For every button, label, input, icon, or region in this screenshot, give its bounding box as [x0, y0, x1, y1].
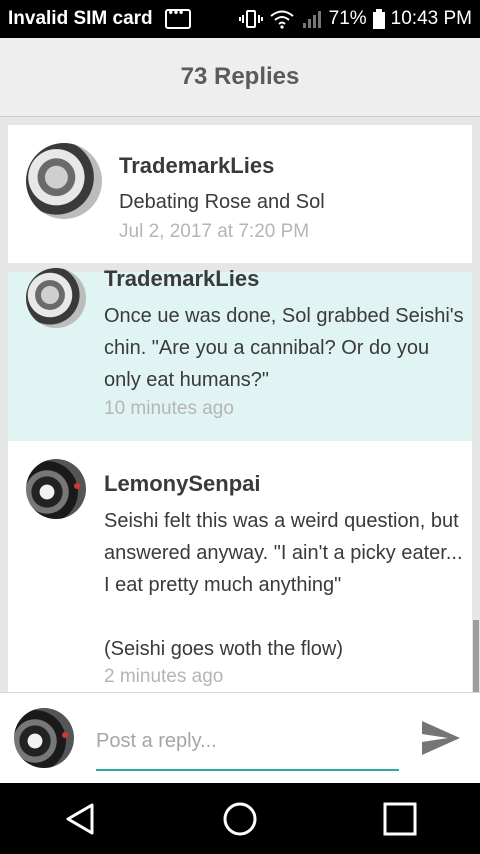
recents-button[interactable]	[370, 789, 430, 849]
status-bar: Invalid SIM card 71% 10:43 PM	[0, 0, 480, 38]
reply-body: Once ue was done, Sol grabbed Seishi's c…	[104, 305, 464, 391]
home-button[interactable]	[210, 789, 270, 849]
topic-timestamp: Jul 2, 2017 at 7:20 PM	[119, 221, 310, 242]
heart-icon	[62, 732, 68, 738]
reply-body: Seishi felt this was a weird question, b…	[104, 510, 463, 660]
send-icon[interactable]	[418, 717, 464, 759]
reply-item[interactable]: LemonySenpai Seishi felt this was a weir…	[8, 441, 472, 692]
reply-timestamp: 2 minutes ago	[104, 666, 224, 687]
clock: 10:43 PM	[390, 8, 472, 29]
back-button[interactable]	[50, 789, 110, 849]
message-notification-icon	[164, 5, 191, 29]
reply-author[interactable]: TrademarkLies	[104, 266, 259, 292]
reply-timestamp: 10 minutes ago	[104, 398, 234, 419]
reply-thread[interactable]: TrademarkLies Debating Rose and Sol Jul …	[0, 117, 480, 692]
header-bar: 73 Replies	[0, 38, 480, 117]
system-nav-bar	[0, 783, 480, 854]
topic-subject: Debating Rose and Sol	[119, 191, 325, 213]
back-icon	[66, 803, 94, 834]
vibrate-icon	[238, 10, 263, 28]
avatar[interactable]	[26, 143, 102, 219]
reply-input[interactable]	[96, 721, 399, 761]
battery-percent: 71%	[328, 8, 367, 29]
reply-composer	[0, 692, 480, 784]
scrollbar-thumb[interactable]	[473, 620, 479, 692]
recents-icon	[383, 802, 417, 835]
avatar[interactable]	[26, 268, 86, 328]
home-icon	[223, 802, 257, 835]
topic-author[interactable]: TrademarkLies	[119, 153, 274, 179]
battery-icon	[372, 9, 385, 29]
wifi-icon	[270, 10, 294, 29]
carrier-text: Invalid SIM card	[8, 8, 153, 29]
avatar[interactable]	[26, 459, 86, 519]
reply-author[interactable]: LemonySenpai	[104, 471, 260, 497]
reply-input-wrapper	[96, 721, 399, 771]
reply-item[interactable]: TrademarkLies Once ue was done, Sol grab…	[8, 266, 472, 441]
topic-card[interactable]: TrademarkLies Debating Rose and Sol Jul …	[8, 125, 472, 263]
status-right: 71% 10:43 PM	[238, 8, 472, 30]
signal-icon	[302, 11, 321, 28]
current-user-avatar	[14, 708, 74, 768]
heart-icon	[74, 483, 80, 489]
page-title: 73 Replies	[180, 63, 300, 90]
